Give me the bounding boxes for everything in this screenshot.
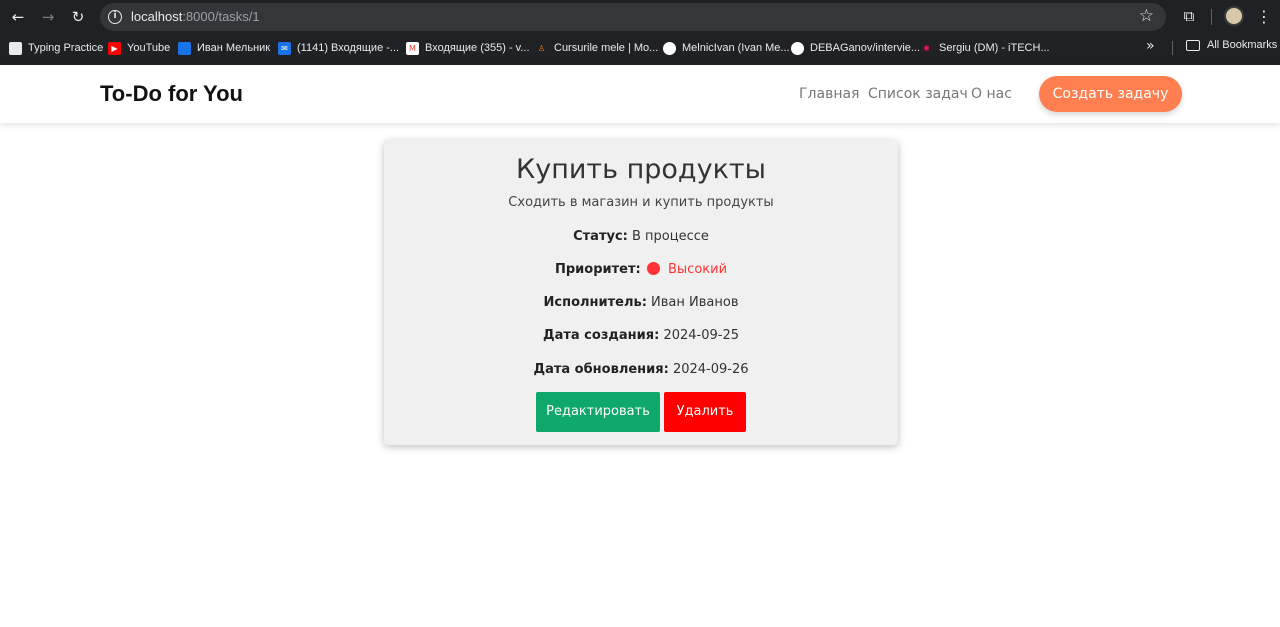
mail-icon: ✉ xyxy=(278,41,291,55)
updated-value: 2024-09-26 xyxy=(672,362,749,377)
url-text[interactable]: localhost:8000/tasks/1 xyxy=(131,9,260,24)
bookmark-github-debaganov[interactable]: DEBAGanov/intervie... xyxy=(791,39,920,57)
created-value: 2024-09-25 xyxy=(663,328,739,343)
priority-label: Приоритет: xyxy=(554,262,641,277)
bookmark-ivan-melnik[interactable]: Иван Мельник xyxy=(178,39,270,57)
bookmark-moodle[interactable]: ♙ Cursurile mele | Mo... xyxy=(535,39,658,57)
bookmarks-bar: Typing Practice ▶ YouTube Иван Мельник ✉… xyxy=(0,36,1280,60)
bookmark-label: (1141) Входящие -... xyxy=(297,42,400,54)
nav-link-home[interactable]: Главная xyxy=(799,86,859,102)
nav-link-task-list[interactable]: Список задач xyxy=(868,86,968,102)
bookmark-label: Входящие (355) - v... xyxy=(425,42,530,54)
site-info-icon[interactable]: i xyxy=(108,10,122,24)
bookmark-slack-sergiu[interactable]: ✱ Sergiu (DM) - iTECH... xyxy=(920,39,1050,57)
url-path: :8000/tasks/1 xyxy=(182,9,260,24)
bookmark-label: MelnicIvan (Ivan Me... xyxy=(682,42,790,54)
bookmark-label: DEBAGanov/intervie... xyxy=(810,42,921,54)
page-icon xyxy=(9,41,22,55)
status-value: В процессе xyxy=(632,229,709,244)
bookmark-typing-practice[interactable]: Typing Practice xyxy=(9,39,103,57)
bookmark-label: Sergiu (DM) - iTECH... xyxy=(939,42,1050,54)
status-label: Статус: xyxy=(573,229,628,244)
assignee-label: Исполнитель: xyxy=(543,295,647,310)
browser-toolbar: ← → ↻ i localhost:8000/tasks/1 ☆ ⧉ ⋮ xyxy=(0,0,1280,34)
slack-icon: ✱ xyxy=(923,43,930,53)
all-bookmarks-label: All Bookmarks xyxy=(1207,39,1278,51)
bookmark-label: Иван Мельник xyxy=(197,42,271,54)
github-icon xyxy=(663,41,676,55)
nav-link-about[interactable]: О нас xyxy=(971,86,1012,102)
updated-label: Дата обновления: xyxy=(533,362,669,377)
task-status-row: Статус: В процессе xyxy=(384,229,898,244)
bookmark-label: Cursurile mele | Mo... xyxy=(554,42,659,54)
bookmark-label: YouTube xyxy=(127,42,171,54)
bookmark-youtube[interactable]: ▶ YouTube xyxy=(108,39,170,57)
back-arrow-icon[interactable]: ← xyxy=(7,7,29,27)
profile-avatar[interactable] xyxy=(1224,6,1244,26)
github-icon xyxy=(791,41,804,55)
forward-arrow-icon[interactable]: → xyxy=(37,7,59,27)
folder-icon xyxy=(1186,39,1200,51)
more-bookmarks-chevron-icon[interactable]: » xyxy=(1146,38,1155,54)
created-label: Дата создания: xyxy=(543,328,660,343)
site-header: To-Do for You Главная Список задач О нас… xyxy=(0,65,1280,123)
bookmarks-divider xyxy=(1172,41,1173,55)
toolbar-divider xyxy=(1211,9,1212,25)
task-updated-row: Дата обновления: 2024-09-26 xyxy=(384,362,898,377)
assignee-value: Иван Иванов xyxy=(651,295,739,310)
task-description: Сходить в магазин и купить продукты xyxy=(508,195,774,210)
bookmark-star-icon[interactable]: ☆ xyxy=(1139,6,1154,26)
task-assignee-row: Исполнитель: Иван Иванов xyxy=(384,295,898,310)
address-bar[interactable]: i localhost:8000/tasks/1 ☆ xyxy=(100,3,1166,31)
site-brand[interactable]: To-Do for You xyxy=(100,81,243,107)
priority-value: Высокий xyxy=(667,262,728,277)
task-priority-row: Приоритет: Высокий xyxy=(384,262,898,277)
task-card: Купить продукты Сходить в магазин и купи… xyxy=(384,140,898,445)
task-created-row: Дата создания: 2024-09-25 xyxy=(384,328,898,343)
url-host: localhost xyxy=(131,9,183,24)
menu-dots-icon[interactable]: ⋮ xyxy=(1256,7,1272,26)
edit-task-button[interactable]: Редактировать xyxy=(536,392,660,432)
delete-task-button[interactable]: Удалить xyxy=(664,392,746,432)
bookmark-inbox-1141[interactable]: ✉ (1141) Входящие -... xyxy=(278,39,399,57)
bookmark-github-melnicivan[interactable]: MelnicIvan (Ivan Me... xyxy=(663,39,790,57)
extensions-icon[interactable]: ⧉ xyxy=(1180,7,1198,25)
chat-icon xyxy=(178,41,191,55)
youtube-icon: ▶ xyxy=(108,41,121,55)
task-title: Купить продукты xyxy=(516,154,766,185)
create-task-button[interactable]: Создать задачу xyxy=(1039,76,1182,112)
bookmark-gmail-inbox[interactable]: M Входящие (355) - v... xyxy=(406,39,530,57)
moodle-icon: ♙ xyxy=(537,43,546,53)
all-bookmarks-button[interactable]: All Bookmarks xyxy=(1186,39,1277,51)
reload-icon[interactable]: ↻ xyxy=(67,7,89,27)
bookmark-label: Typing Practice xyxy=(28,42,104,54)
browser-chrome: ← → ↻ i localhost:8000/tasks/1 ☆ ⧉ ⋮ Typ… xyxy=(0,0,1280,65)
priority-dot-icon xyxy=(646,262,660,275)
gmail-icon: M xyxy=(406,41,419,55)
